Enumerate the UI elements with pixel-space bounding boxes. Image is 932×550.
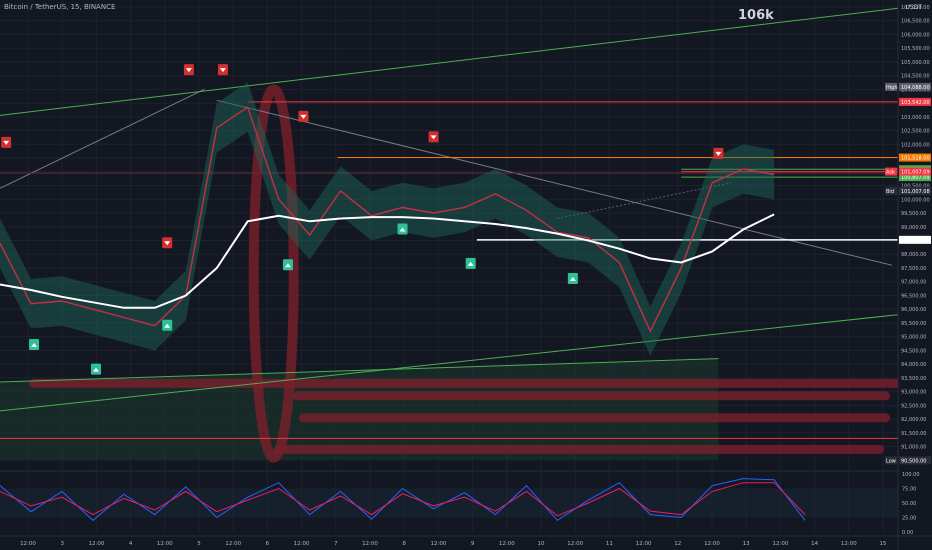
- price-tag-label: 103,542.00: [901, 100, 930, 106]
- price-tick-label: 103,000.00: [901, 115, 930, 121]
- chart-annotation-text: 106k: [738, 8, 774, 23]
- price-tag-label: 100,807.09: [901, 175, 930, 181]
- price-tick-label: 97,500.00: [901, 266, 926, 272]
- price-axis-bg: [898, 0, 932, 550]
- price-tick-label: 99,000.00: [901, 225, 926, 231]
- price-tag-prefix-label: Ask: [886, 170, 895, 176]
- time-tick-label: 12: [674, 541, 681, 547]
- price-tick-label: 106,000.00: [901, 32, 930, 38]
- oscillator-tick-label: 50.00: [902, 501, 916, 507]
- time-tick-label: 7: [334, 541, 338, 547]
- price-tag-prefix-label: Bid: [886, 189, 894, 195]
- time-tick-label: 12:00: [567, 541, 583, 547]
- price-tick-label: 102,500.00: [901, 129, 930, 135]
- time-tick-label: 15: [880, 541, 887, 547]
- time-tick-label: 12:00: [225, 541, 241, 547]
- price-tick-label: 92,500.00: [901, 403, 926, 409]
- price-tick-label: 97,000.00: [901, 280, 926, 286]
- time-tick-label: 6: [266, 541, 270, 547]
- time-tick-label: 11: [606, 541, 613, 547]
- time-tick-label: 12:00: [704, 541, 720, 547]
- price-tag-prefix-label: High: [886, 85, 898, 91]
- price-tag-label: 98,524.41: [901, 238, 926, 244]
- price-tag-label: 101,518.00: [901, 156, 930, 162]
- time-tick-label: 12:00: [157, 541, 173, 547]
- price-tick-label: 93,500.00: [901, 376, 926, 382]
- time-tick-label: 5: [197, 541, 201, 547]
- price-tag-label: 101,007.09: [901, 170, 930, 176]
- time-tick-label: 12:00: [430, 541, 446, 547]
- time-tick-label: 4: [129, 541, 133, 547]
- time-tick-label: 12:00: [88, 541, 104, 547]
- time-tick-label: 12:00: [499, 541, 515, 547]
- symbol-title[interactable]: Bitcoin / TetherUS, 15, BINANCE: [4, 3, 115, 11]
- time-tick-label: 12:00: [636, 541, 652, 547]
- chart-stage[interactable]: 91,000.00 91,500.00 92,000.00 92,500.00 93,0…: [0, 0, 932, 550]
- price-tick-label: 99,500.00: [901, 211, 926, 217]
- price-tick-label: 91,500.00: [901, 431, 926, 437]
- time-tick-label: 12:00: [294, 541, 310, 547]
- oscillator-tick-label: 75.00: [902, 487, 916, 493]
- price-tick-label: 94,500.00: [901, 348, 926, 354]
- oscillator-band: [0, 488, 898, 518]
- time-tick-label: 10: [538, 541, 545, 547]
- price-tick-label: 96,500.00: [901, 293, 926, 299]
- time-tick-label: 14: [811, 541, 818, 547]
- price-tick-label: 102,000.00: [901, 142, 930, 148]
- price-tick-label: 91,000.00: [901, 445, 926, 451]
- time-tick-label: 9: [471, 541, 475, 547]
- oscillator-tick-label: 25.00: [902, 516, 916, 522]
- price-tick-label: 95,000.00: [901, 335, 926, 341]
- price-tag-prefix-label: Low: [886, 458, 896, 464]
- price-tick-label: 95,500.00: [901, 321, 926, 327]
- price-tick-label: 105,500.00: [901, 46, 930, 52]
- price-tick-label: 106,500.00: [901, 19, 930, 25]
- price-tick-label: 104,500.00: [901, 74, 930, 80]
- price-tick-label: 94,000.00: [901, 362, 926, 368]
- price-tag-label: 104,088.00: [901, 85, 930, 91]
- price-tick-label: 96,000.00: [901, 307, 926, 313]
- price-tick-label: 93,000.00: [901, 390, 926, 396]
- price-tag-label: 90,500.00: [901, 458, 926, 464]
- quote-currency-label: USDT: [905, 4, 923, 11]
- price-chart[interactable]: 91,000.00 91,500.00 92,000.00 92,500.00 93,0…: [0, 0, 932, 550]
- time-tick-label: 12:00: [772, 541, 788, 547]
- time-tick-label: 13: [743, 541, 750, 547]
- time-tick-label: 3: [60, 541, 64, 547]
- price-tick-label: 92,000.00: [901, 417, 926, 423]
- price-tag-label: 101,007.08: [901, 189, 930, 195]
- time-tick-label: 8: [402, 541, 406, 547]
- time-tick-label: 12:00: [20, 541, 36, 547]
- time-tick-label: 12:00: [841, 541, 857, 547]
- price-tick-label: 98,000.00: [901, 252, 926, 258]
- price-tick-label: 105,000.00: [901, 60, 930, 66]
- time-tick-label: 12:00: [362, 541, 378, 547]
- oscillator-tick-label: 100.00: [902, 472, 920, 478]
- price-tick-label: 100,000.00: [901, 197, 930, 203]
- oscillator-tick-label: 0.00: [902, 530, 913, 536]
